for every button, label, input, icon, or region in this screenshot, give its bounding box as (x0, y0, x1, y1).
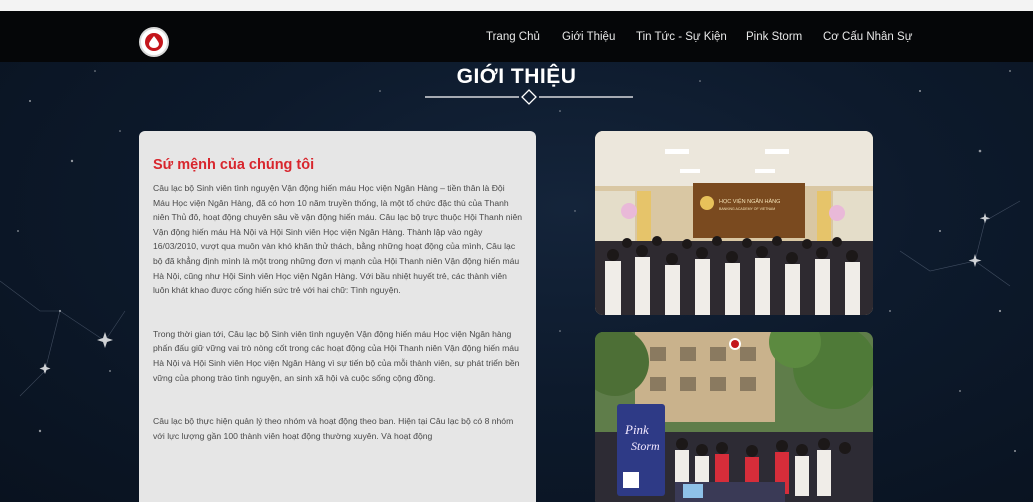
section-title: GIỚI THIỆU (456, 65, 577, 88)
nav-item-tin-tuc-su-kien[interactable]: Tin Tức - Sự Kiện (636, 31, 727, 43)
nav-item-trang-chu[interactable]: Trang Chủ (486, 31, 540, 43)
nav-item-pink-storm[interactable]: Pink Storm (746, 31, 802, 43)
banner-text: HỌC VIỆN NGÂN HÀNG (719, 197, 780, 205)
nav-item-gioi-thieu[interactable]: Giới Thiệu (562, 31, 615, 43)
mission-card: Sứ mệnh của chúng tôi Câu lạc bộ Sinh vi… (139, 131, 536, 502)
pink-storm-sign-line2: Storm (631, 439, 660, 453)
title-divider-diamond (425, 89, 633, 105)
browser-chrome-strip (0, 0, 1033, 11)
mission-paragraph-3: Câu lạc bộ thực hiện quản lý theo nhóm v… (153, 416, 514, 441)
outdoor-event-photo: Pink Storm (595, 332, 873, 502)
mission-paragraph-2: Trong thời gian tới, Câu lạc bộ Sinh viê… (153, 328, 520, 383)
top-navbar: Trang Chủ Giới Thiệu Tin Tức - Sự Kiện P… (0, 11, 1033, 62)
banner-subtext: BANKING ACADEMY OF VIETNAM (719, 207, 775, 211)
nav-menu: Trang Chủ Giới Thiệu Tin Tức - Sự Kiện P… (0, 31, 1033, 51)
pink-storm-sign-line1: Pink (624, 422, 649, 437)
nav-item-co-cau-nhan-su[interactable]: Cơ Cấu Nhân Sự (823, 31, 912, 43)
mission-paragraph-1: Câu lạc bộ Sinh viên tình nguyện Vận độn… (153, 183, 523, 296)
mission-heading: Sứ mệnh của chúng tôi (153, 157, 315, 173)
group-photo-hall: HỌC VIỆN NGÂN HÀNG BANKING ACADEMY OF VI… (595, 131, 873, 315)
